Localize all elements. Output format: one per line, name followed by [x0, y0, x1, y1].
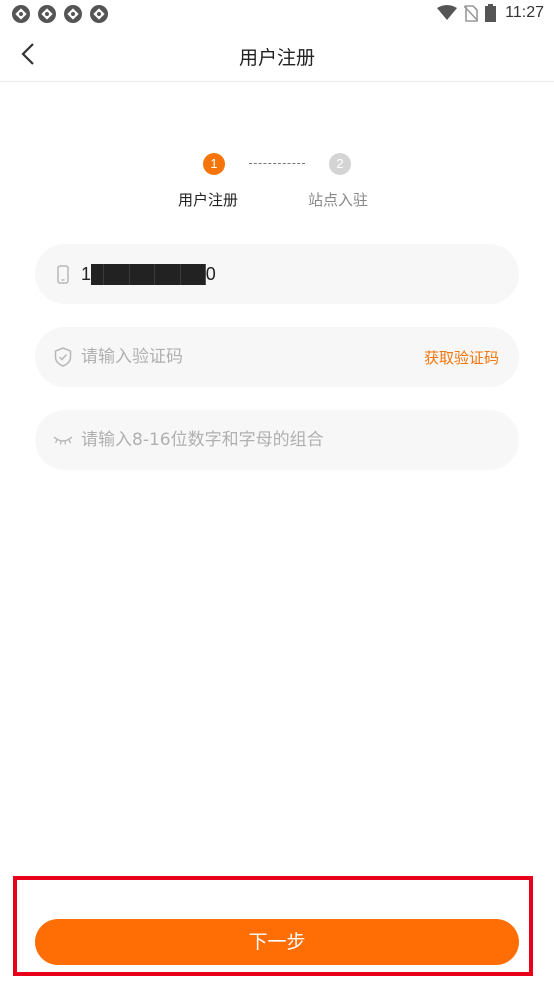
app-notification-icon — [64, 5, 82, 23]
no-sim-icon — [464, 4, 479, 22]
app-notification-icon — [90, 5, 108, 23]
registration-stepper: 1 2 用户注册 站点入驻 — [0, 152, 554, 212]
step-2-indicator: 2 — [329, 153, 351, 175]
step-1-label: 用户注册 — [178, 191, 239, 209]
status-time: 11:27 — [505, 4, 544, 21]
step-1-indicator: 1 — [203, 153, 225, 175]
battery-icon — [485, 4, 497, 22]
phone-input[interactable] — [81, 259, 401, 289]
step-2-label: 站点入驻 — [308, 191, 369, 209]
phone-icon — [52, 263, 74, 285]
status-bar: 11:27 — [0, 0, 554, 30]
system-icons: 11:27 — [437, 4, 544, 22]
wifi-icon — [437, 5, 458, 21]
get-code-button[interactable]: 获取验证码 — [424, 347, 499, 368]
phone-field — [35, 244, 519, 304]
password-field — [35, 410, 519, 470]
app-notification-icon — [38, 5, 56, 23]
step-connector — [249, 163, 305, 164]
notification-icons — [12, 5, 108, 23]
shield-icon — [52, 346, 74, 368]
page-title: 用户注册 — [238, 47, 315, 69]
password-input[interactable] — [81, 425, 401, 455]
verification-code-field: 获取验证码 — [35, 327, 519, 387]
verification-code-input[interactable] — [81, 342, 401, 372]
app-header: 用户注册 — [0, 30, 554, 82]
app-notification-icon — [12, 5, 30, 23]
next-step-button[interactable]: 下一步 — [35, 919, 519, 965]
eye-closed-icon[interactable] — [52, 429, 74, 451]
